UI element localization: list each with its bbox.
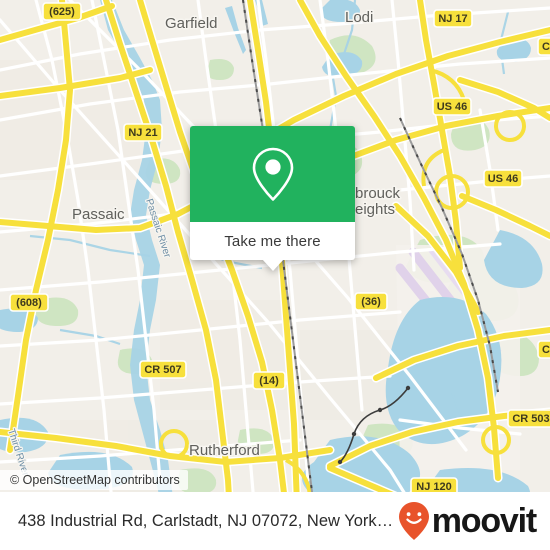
highway-shield: US 46: [483, 169, 523, 188]
moovit-logo[interactable]: moovit: [397, 501, 537, 541]
highway-shield-label: CR 503: [512, 413, 549, 425]
city-label: Lodi: [345, 9, 373, 26]
osm-attribution[interactable]: © OpenStreetMap contributors: [0, 470, 188, 490]
moovit-wordmark: moovit: [431, 502, 537, 540]
highway-shield: C: [537, 37, 550, 56]
highway-shield-label: C: [542, 41, 550, 53]
highway-shield-label: (608): [16, 297, 42, 309]
highway-shield-label: (625): [49, 6, 75, 18]
highway-shield: CR 507: [139, 360, 187, 379]
highway-shield-label: NJ 17: [438, 13, 467, 25]
highway-shield-label: NJ 21: [128, 127, 157, 139]
moovit-smiley-pin-icon: [398, 502, 429, 540]
highway-shield-label: C: [542, 344, 550, 356]
city-label: Garfield: [165, 15, 218, 32]
highway-shield-label: (14): [259, 375, 279, 387]
city-label: Rutherford: [189, 442, 260, 459]
take-me-there-label: Take me there: [224, 232, 321, 250]
popup-header: [190, 126, 355, 222]
city-label: brouck: [355, 185, 401, 202]
highway-shield-label: US 46: [437, 101, 468, 113]
address-label: 438 Industrial Rd, Carlstadt, NJ 07072, …: [18, 511, 397, 530]
map-canvas[interactable]: Garfield Lodi Passaic Rutherford brouck …: [0, 0, 550, 550]
highway-shield-label: (36): [361, 296, 381, 308]
location-pin-icon: [252, 147, 293, 201]
highway-shield: (36): [354, 292, 388, 311]
highway-shield-label: CR 507: [144, 364, 181, 376]
popup-action-bar[interactable]: Take me there: [190, 222, 355, 260]
city-label: Passaic: [72, 206, 125, 223]
footer-bar: 438 Industrial Rd, Carlstadt, NJ 07072, …: [0, 492, 550, 550]
map-screenshot: Garfield Lodi Passaic Rutherford brouck …: [0, 0, 550, 550]
highway-shield: (625): [42, 2, 82, 21]
highway-shield: C: [537, 340, 550, 359]
map-marker-popup[interactable]: Take me there: [190, 126, 355, 271]
highway-shield: CR 503: [507, 409, 550, 428]
popup-pointer-tail: [261, 259, 284, 271]
highway-shield: NJ 21: [123, 123, 163, 142]
highway-shield: NJ 17: [433, 9, 473, 28]
highway-shield-label: US 46: [488, 173, 519, 185]
highway-shield: (608): [9, 293, 49, 312]
highway-shield: US 46: [432, 97, 472, 116]
city-label: eights: [355, 201, 395, 218]
highway-shield: (14): [252, 371, 286, 390]
